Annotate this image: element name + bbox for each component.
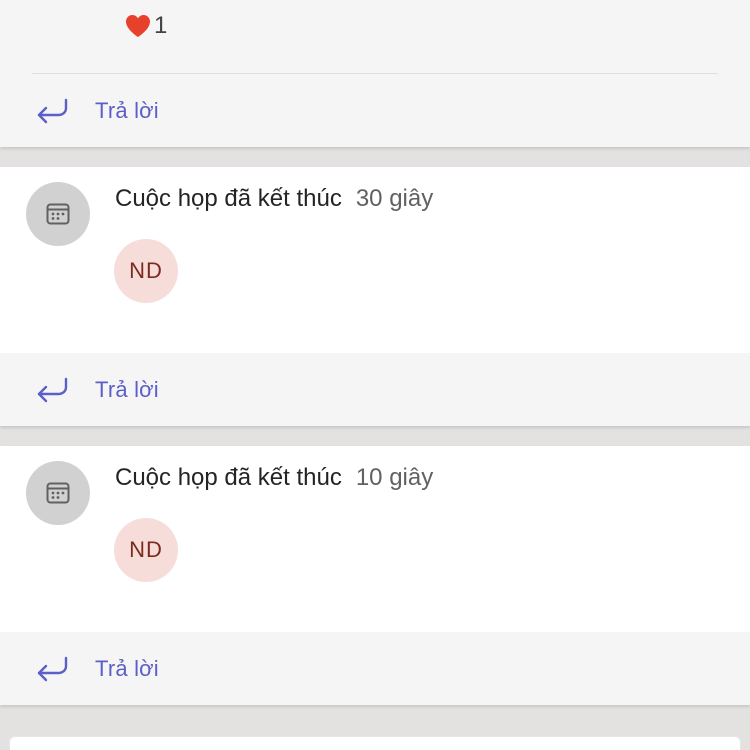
meeting-header: Cuộc họp đã kết thúc 10 giây bbox=[115, 464, 433, 494]
reply-icon bbox=[37, 377, 68, 403]
reply-label: Trả lời bbox=[95, 98, 159, 123]
reaction-heart[interactable]: 1 bbox=[124, 10, 167, 42]
calendar-icon bbox=[46, 482, 70, 504]
meeting-card: Cuộc họp đã kết thúc 30 giây ND Trả lời bbox=[0, 167, 750, 426]
participant-avatar[interactable]: ND bbox=[114, 239, 178, 303]
heart-icon bbox=[126, 15, 150, 37]
meeting-card: Cuộc họp đã kết thúc 10 giây ND Trả lời bbox=[0, 446, 750, 705]
meeting-duration: 10 giây bbox=[355, 464, 434, 491]
meeting-avatar bbox=[26, 182, 90, 246]
participant-avatar[interactable]: ND bbox=[114, 518, 178, 582]
reply-button[interactable]: Trả lời bbox=[0, 633, 750, 705]
meeting-avatar bbox=[26, 461, 90, 525]
meeting-message: Cuộc họp đã kết thúc 30 giây ND bbox=[0, 167, 750, 353]
reaction-count: 1 bbox=[154, 12, 168, 39]
chat-thread: 1 Trả lời Cuộc họp đã kết thúc 30 giây N… bbox=[0, 0, 750, 750]
divider bbox=[32, 73, 718, 74]
meeting-title: Cuộc họp đã kết thúc bbox=[115, 464, 342, 491]
reply-button[interactable]: Trả lời bbox=[0, 354, 750, 426]
reply-icon bbox=[37, 656, 68, 682]
message-card: 1 Trả lời bbox=[0, 0, 750, 147]
reply-button[interactable]: Trả lời bbox=[0, 75, 750, 147]
reply-icon bbox=[37, 98, 68, 124]
reply-label: Trả lời bbox=[95, 656, 159, 681]
message-composer[interactable] bbox=[9, 736, 741, 750]
calendar-icon bbox=[46, 203, 70, 225]
meeting-header: Cuộc họp đã kết thúc 30 giây bbox=[115, 185, 433, 215]
meeting-title: Cuộc họp đã kết thúc bbox=[115, 185, 342, 212]
meeting-message: Cuộc họp đã kết thúc 10 giây ND bbox=[0, 446, 750, 632]
meeting-duration: 30 giây bbox=[355, 185, 434, 212]
reply-label: Trả lời bbox=[95, 377, 159, 402]
